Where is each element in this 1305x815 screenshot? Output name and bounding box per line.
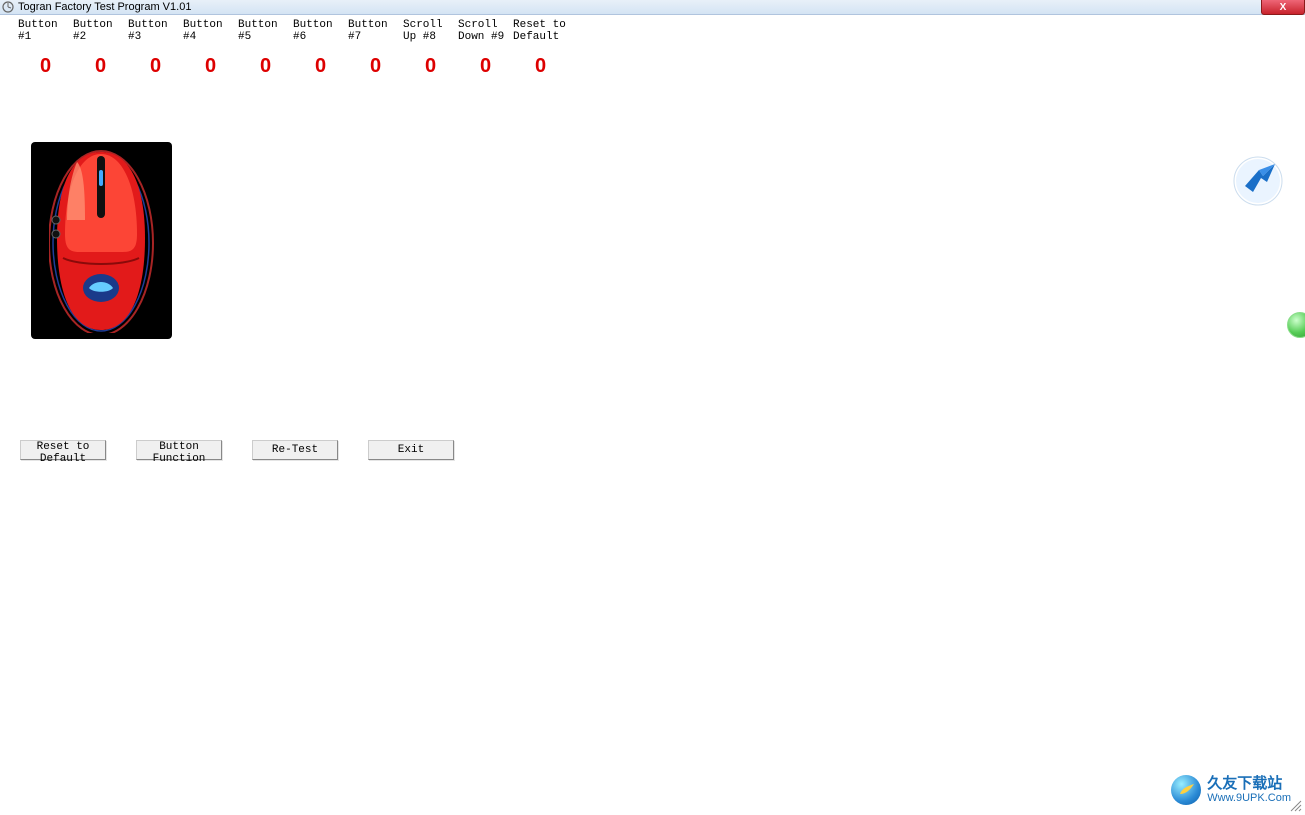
col-header: Button #7 (348, 19, 403, 43)
mouse-icon (49, 148, 154, 333)
green-bubble-icon[interactable] (1287, 312, 1305, 338)
count-value: 0 (183, 55, 238, 78)
count-value: 0 (348, 55, 403, 78)
count-value: 0 (293, 55, 348, 78)
count-value: 0 (18, 55, 73, 78)
col-header: Button #2 (73, 19, 128, 43)
count-value: 0 (73, 55, 128, 78)
col-header: Button #1 (18, 19, 73, 43)
count-value: 0 (128, 55, 183, 78)
watermark-text-1: 久友下载站 (1207, 776, 1291, 793)
resize-grip-icon[interactable] (1289, 799, 1303, 813)
re-test-button[interactable]: Re-Test (252, 440, 338, 460)
watermark-text-2: Www.9UPK.Com (1207, 792, 1291, 804)
col-header: Scroll Up #8 (403, 19, 458, 43)
column-headers: Button #1 Button #2 Button #3 Button #4 … (0, 15, 1305, 43)
col-header: Button #5 (238, 19, 293, 43)
count-value: 0 (458, 55, 513, 78)
count-value: 0 (513, 55, 568, 78)
watermark: 久友下载站 Www.9UPK.Com (1171, 775, 1291, 805)
action-button-row: Reset to Default Button Function Re-Test… (20, 440, 454, 460)
close-icon: X (1280, 2, 1287, 13)
close-button[interactable]: X (1261, 0, 1305, 15)
window-title: Togran Factory Test Program V1.01 (18, 1, 191, 13)
exit-button[interactable]: Exit (368, 440, 454, 460)
col-header: Button #6 (293, 19, 348, 43)
col-header: Button #4 (183, 19, 238, 43)
reset-to-default-button[interactable]: Reset to Default (20, 440, 106, 460)
app-icon (2, 1, 14, 13)
count-values: 0 0 0 0 0 0 0 0 0 0 (0, 43, 1305, 78)
watermark-globe-icon (1171, 775, 1201, 805)
mouse-image (31, 142, 172, 339)
col-header: Button #3 (128, 19, 183, 43)
count-value: 0 (403, 55, 458, 78)
button-function-button[interactable]: Button Function (136, 440, 222, 460)
col-header: Scroll Down #9 (458, 19, 513, 43)
col-header: Reset to Default (513, 19, 568, 43)
count-value: 0 (238, 55, 293, 78)
bird-logo-icon (1233, 156, 1283, 206)
titlebar: Togran Factory Test Program V1.01 X (0, 0, 1305, 15)
